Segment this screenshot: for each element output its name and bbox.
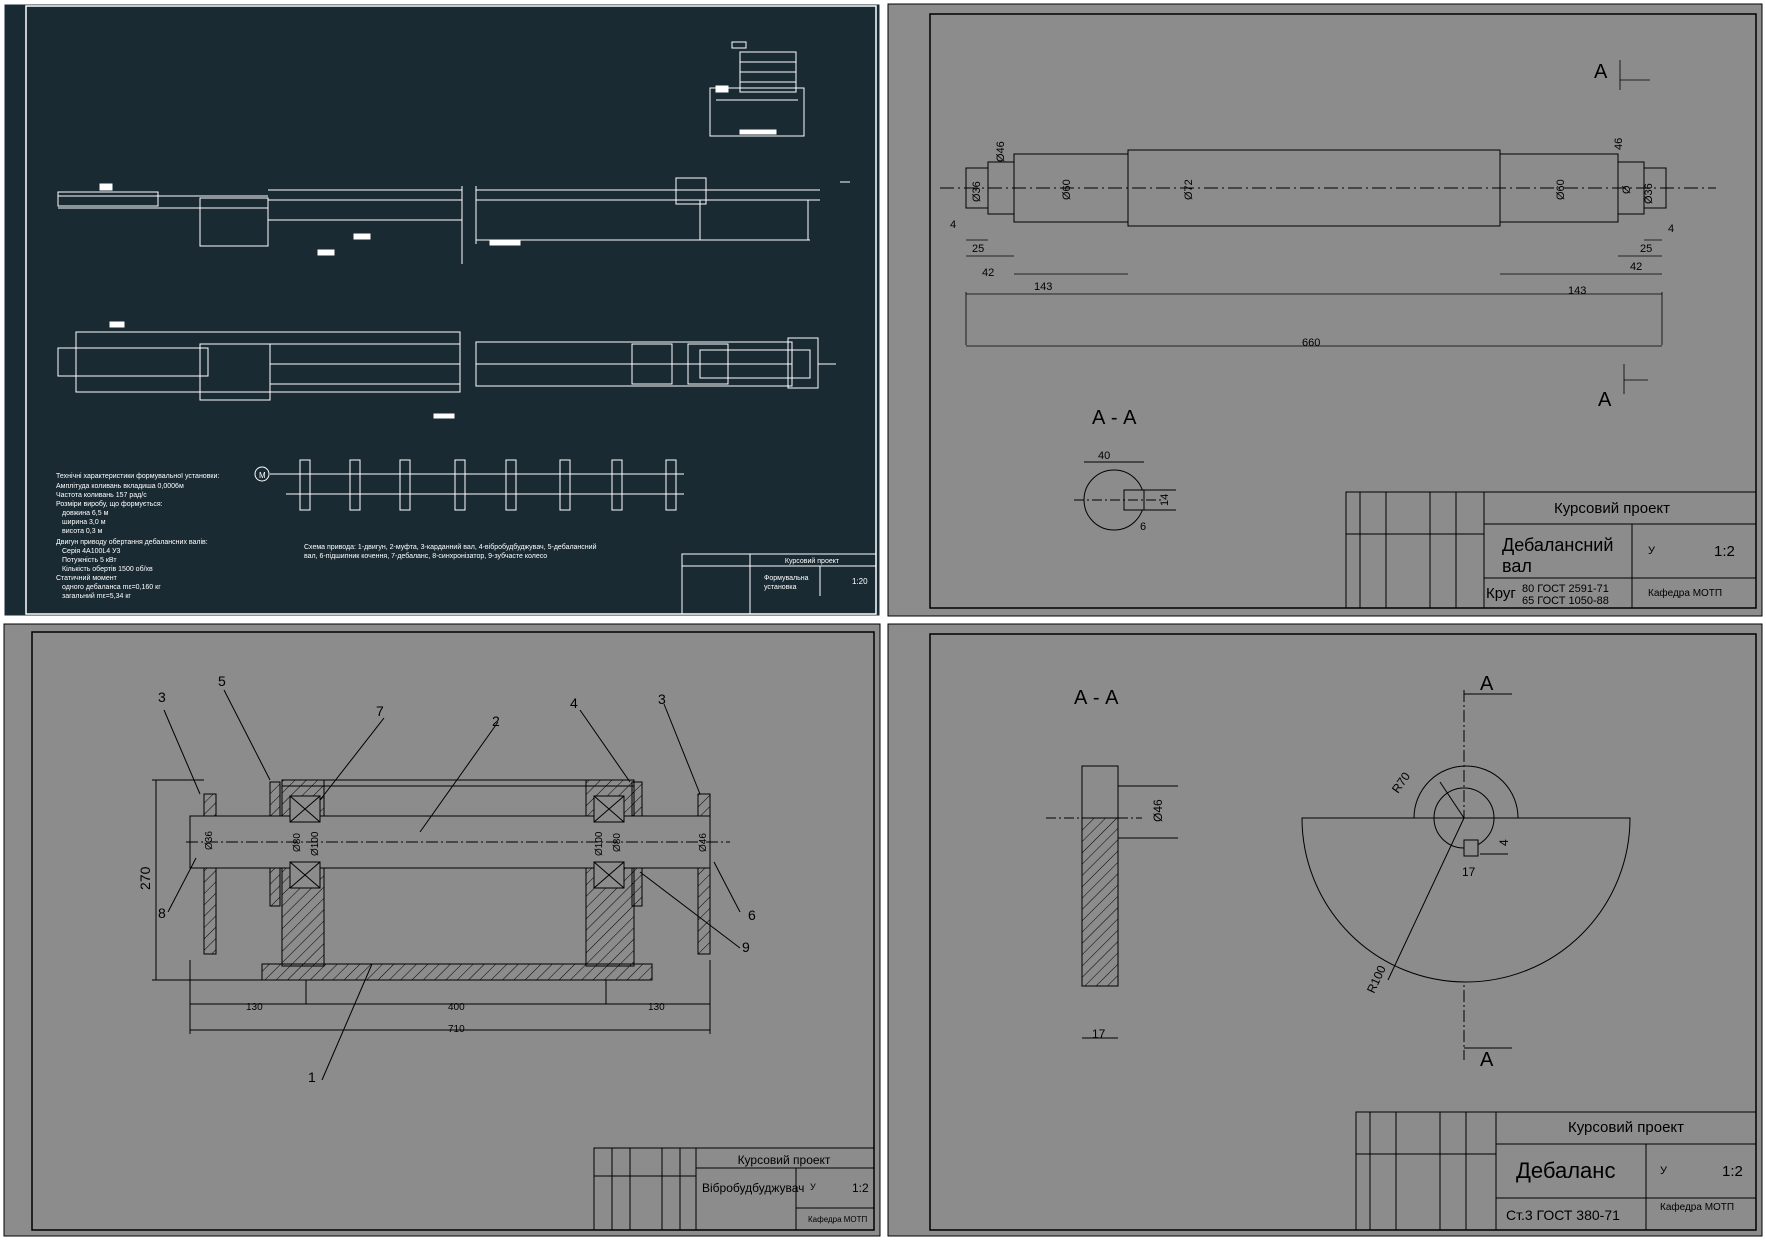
dim-label: 6 (1140, 521, 1146, 533)
drawing-name: Дебалансний (1502, 535, 1613, 555)
dim-label: 4 (950, 219, 956, 231)
scale: 1:2 (852, 1181, 869, 1195)
spec-line: загальний mε=5,34 кг (62, 592, 131, 600)
sheet-vibrobudbudzhuvach: 3 5 7 2 4 3 8 6 9 1 270 Ø80 Ø100 Ø100 Ø8… (0, 620, 884, 1240)
dim-label: 660 (1302, 337, 1320, 349)
material: Ст.3 ГОСТ 380-71 (1506, 1207, 1620, 1223)
callout-label: 7 (376, 703, 384, 719)
spec-line: Розміри виробу, що формується: (56, 500, 163, 508)
dim-label: 130 (246, 1002, 263, 1013)
callout-label: 9 (742, 939, 750, 955)
callout-label: 1 (308, 1069, 316, 1085)
sheet-formuvalna-ustanovka: M Технічні характеристики формувальної у… (0, 0, 884, 620)
project-label: Курсовий проект (1554, 500, 1670, 517)
callout-label: 2 (492, 713, 500, 729)
section-mark: А (1598, 389, 1612, 411)
litera: У (1648, 545, 1656, 557)
project-label: Курсовий проект (785, 557, 840, 565)
spec-line: Двигун приводу обертання дебалансних вал… (56, 538, 208, 546)
spec-line: одного дебаланса mε=0,160 кг (62, 583, 161, 591)
material-line: 80 ГОСТ 2591-71 (1522, 583, 1609, 595)
callout-label: 4 (570, 695, 578, 711)
spec-line: Статичний момент (56, 574, 118, 582)
sheet-debalansnyi-val: Ø36 Ø46 Ø60 Ø72 Ø60 Ø36 Ø 46 4 25 42 143… (884, 0, 1766, 620)
dim-label: 46 (1613, 138, 1625, 150)
dim-label: 25 (972, 243, 984, 255)
drawing-name: Вібробудбуджувач (702, 1181, 804, 1195)
drawing-name: Дебаланс (1516, 1158, 1615, 1183)
dim-label: Ø46 (995, 141, 1007, 162)
scale: 1:2 (1722, 1163, 1743, 1180)
scale: 1:2 (1714, 543, 1735, 560)
callout-label: 3 (158, 689, 166, 705)
material-prefix: Круг (1486, 585, 1516, 602)
dim-label: 17 (1092, 1027, 1106, 1041)
dim-label: Ø36 (971, 181, 983, 202)
project-label: Курсовий проект (738, 1153, 831, 1167)
spec-line: ширина 3,0 м (62, 519, 106, 526)
dim-label: Ø80 (612, 833, 623, 852)
drawing-name: вал (1502, 556, 1532, 576)
section-mark: А (1594, 61, 1608, 83)
department: Кафедра МОТП (808, 1215, 868, 1224)
section-label: А - А (1092, 407, 1137, 429)
spec-line: Частота коливань 157 рад/с (56, 492, 147, 499)
dim-label: Ø60 (1061, 179, 1073, 200)
dim-label: Ø80 (292, 833, 303, 852)
scheme-caption: вал, 6-підшипник кочення, 7-дебаланс, 8-… (304, 552, 547, 560)
dim-label: 130 (648, 1002, 665, 1013)
dim-label: Ø60 (1555, 179, 1567, 200)
dim-label: 270 (137, 866, 153, 890)
dim-label: 143 (1034, 281, 1052, 293)
section-label: А - А (1074, 687, 1119, 709)
dim-label: 400 (448, 1002, 465, 1013)
section-mark: А (1480, 673, 1494, 695)
dim-label: Ø36 (1643, 183, 1655, 204)
dim-label: 42 (982, 267, 994, 279)
dim-label: 14 (1159, 494, 1171, 506)
callout-label: 6 (748, 907, 756, 923)
callout-label: 3 (658, 691, 666, 707)
dim-label: 4 (1497, 839, 1511, 846)
section-mark: А (1480, 1049, 1494, 1071)
dim-label: Ø46 (698, 833, 709, 852)
drawing-name: Формувальна (764, 575, 809, 582)
spec-title: Технічні характеристики формувальної уст… (56, 472, 219, 480)
dim-label: 143 (1568, 285, 1586, 297)
dim-label: 710 (448, 1024, 465, 1035)
spec-line: довжина 6,5 м (62, 510, 109, 517)
dim-label: Ø72 (1183, 179, 1195, 200)
spec-line: Кількість обертів 1500 об/хв (62, 565, 153, 573)
spec-line: Потужність 5 кВт (62, 556, 117, 564)
dim-label: Ø (1621, 185, 1633, 194)
dim-label: 17 (1462, 865, 1476, 879)
dim-label: 40 (1098, 450, 1110, 462)
litera: У (810, 1182, 816, 1192)
sheet-debalans: А - А Ø46 17 А А R70 R100 4 17 Курсовий … (884, 620, 1766, 1240)
callout-label: 5 (218, 673, 226, 689)
drawing-name: установка (764, 584, 797, 591)
department: Кафедра МОТП (1648, 587, 1722, 599)
spec-line: висота 0,3 м (62, 528, 103, 535)
litera: У (1660, 1165, 1668, 1177)
dim-label: Ø100 (594, 831, 605, 856)
dim-label: Ø100 (310, 831, 321, 856)
material-line: 65 ГОСТ 1050-88 (1522, 595, 1609, 607)
dim-label: 4 (1668, 223, 1674, 235)
dim-label: 42 (1630, 261, 1642, 273)
dim-label: Ø46 (1151, 799, 1165, 822)
callout-label: 8 (158, 905, 166, 921)
drawing-canvas: M Технічні характеристики формувальної у… (0, 0, 1766, 1240)
department: Кафедра МОТП (1660, 1201, 1734, 1213)
scheme-caption: Схема привода: 1-двигун, 2-муфта, 3-кард… (304, 543, 597, 551)
svg-text:M: M (259, 471, 266, 480)
spec-line: Серія 4А100L4 У3 (62, 547, 121, 555)
project-label: Курсовий проект (1568, 1119, 1684, 1136)
dim-label: 25 (1640, 243, 1652, 255)
dim-label: Ø36 (204, 831, 215, 850)
spec-line: Амплітуда коливань вкладиша 0,0006м (56, 482, 184, 490)
scale: 1:20 (852, 577, 868, 586)
